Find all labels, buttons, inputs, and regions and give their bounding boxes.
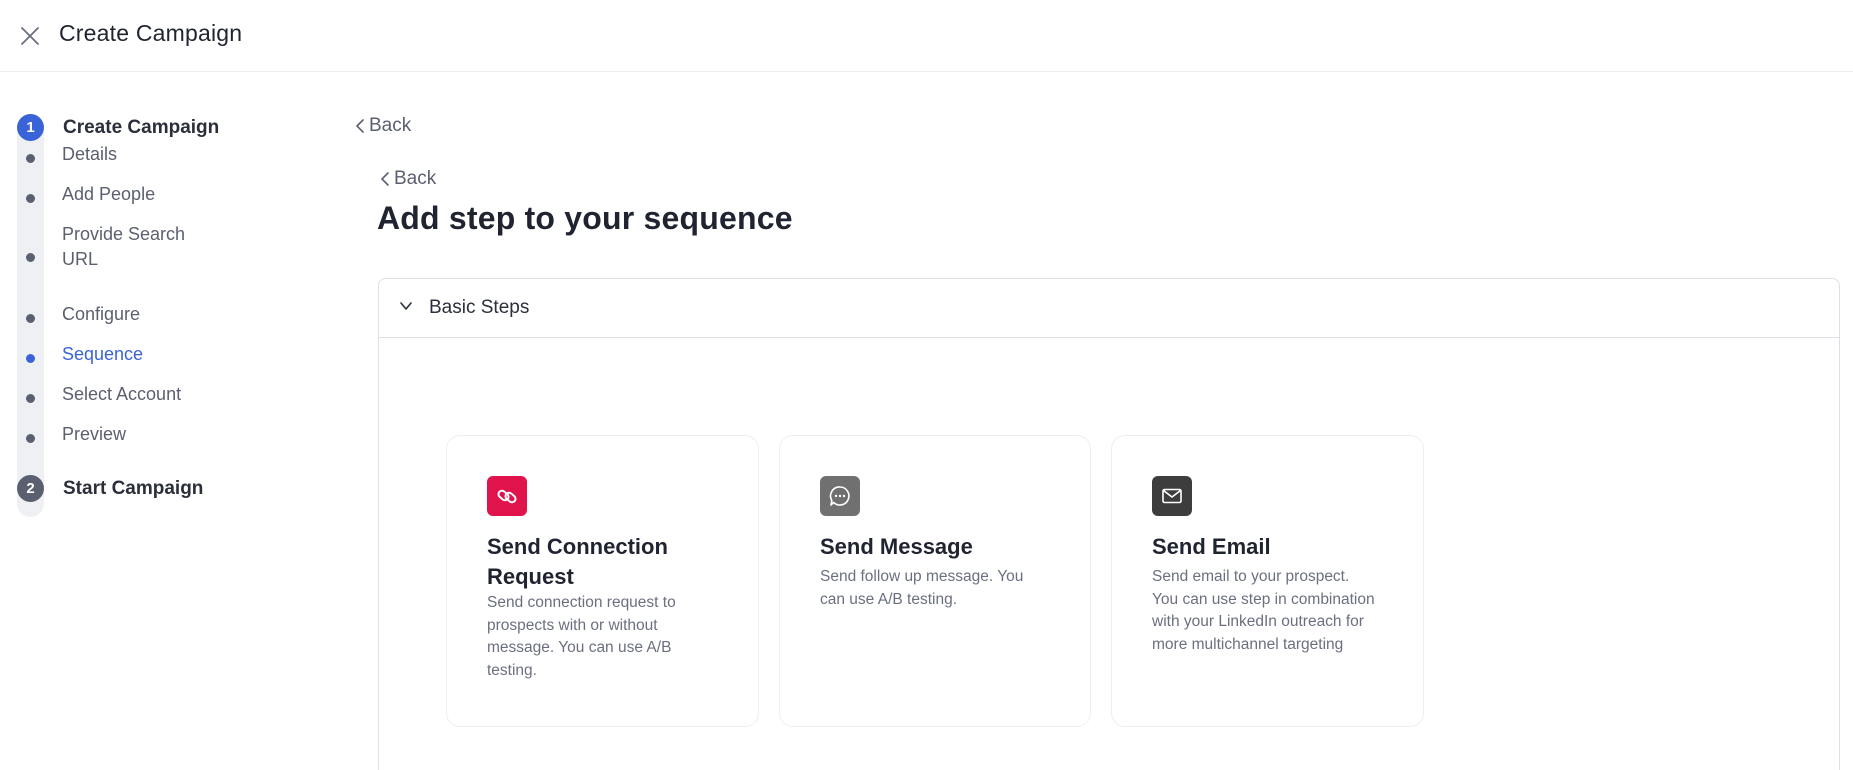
basic-steps-toggle[interactable]: Basic Steps xyxy=(379,279,1839,338)
stepper-major-step-2[interactable]: 2 Start Campaign xyxy=(17,475,203,502)
chat-bubble-icon xyxy=(820,476,860,516)
step-dot xyxy=(26,394,35,403)
step-label: Create Campaign xyxy=(63,116,220,138)
step-label: Configure xyxy=(62,304,141,324)
envelope-icon xyxy=(1152,476,1192,516)
page-title: Add step to your sequence xyxy=(377,200,793,236)
chevron-left-icon xyxy=(381,172,389,186)
card-title: Send Email xyxy=(1152,534,1271,559)
step-label: Preview xyxy=(62,424,127,444)
step-label: Start Campaign xyxy=(63,477,204,499)
chevron-left-icon xyxy=(356,119,364,133)
step-label: Details xyxy=(62,144,118,164)
top-bar: Create Campaign xyxy=(0,0,1853,72)
link-icon xyxy=(487,476,527,516)
step-label: Add People xyxy=(62,184,156,204)
stepper-major-step-1[interactable]: 1 Create Campaign xyxy=(17,114,219,141)
step-dot xyxy=(26,253,35,262)
back-link-label: Back xyxy=(394,168,437,189)
back-link-outer[interactable]: Back xyxy=(355,115,411,137)
back-link-inner[interactable]: Back xyxy=(380,168,436,190)
step-number-badge: 1 xyxy=(17,114,44,141)
card-description: Send connection request to prospects wit… xyxy=(487,594,676,679)
close-icon xyxy=(21,27,39,45)
page-header-title: Create Campaign xyxy=(59,20,243,46)
step-card-send-email[interactable]: Send Email Send email to your prospect. … xyxy=(1111,435,1424,727)
back-link-label: Back xyxy=(369,115,412,136)
step-dot xyxy=(26,354,35,363)
step-dot xyxy=(26,314,35,323)
section-title: Basic Steps xyxy=(429,297,530,318)
chevron-down-icon xyxy=(400,302,412,310)
step-label: Sequence xyxy=(62,344,144,364)
step-card-send-message[interactable]: Send Message Send follow up message. You… xyxy=(779,435,1091,727)
card-description: Send email to your prospect. You can use… xyxy=(1152,568,1375,653)
card-title: Send Connection Request xyxy=(487,534,668,589)
step-dot xyxy=(26,434,35,443)
step-card-send-connection-request[interactable]: Send Connection Request Send connection … xyxy=(446,435,759,727)
step-dot xyxy=(26,154,35,163)
card-description: Send follow up message. You can use A/B … xyxy=(820,568,1024,608)
step-number-badge: 2 xyxy=(17,475,44,502)
step-label: Select Account xyxy=(62,384,182,404)
card-title: Send Message xyxy=(820,534,973,559)
step-label: Provide Search URL xyxy=(62,224,186,269)
step-dot xyxy=(26,194,35,203)
close-button[interactable] xyxy=(18,24,42,48)
